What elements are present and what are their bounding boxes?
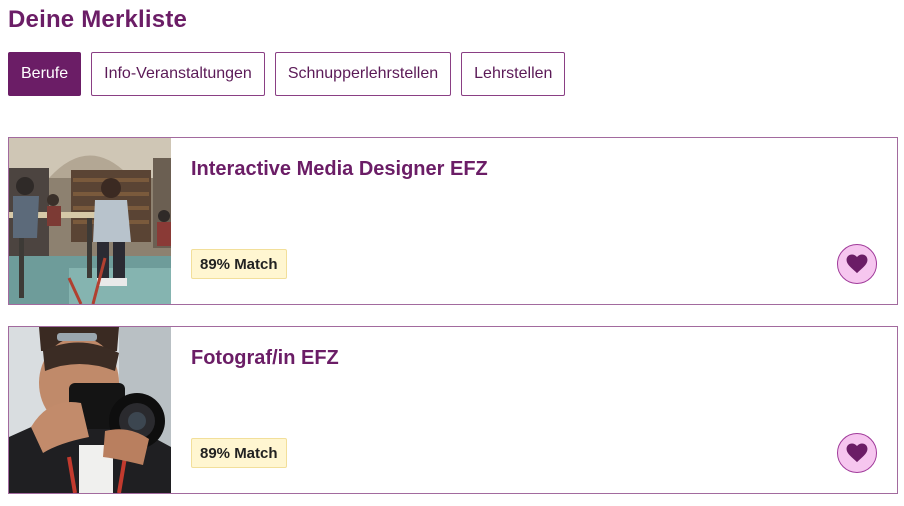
heart-icon	[846, 254, 868, 274]
page-title: Deine Merkliste	[8, 6, 188, 33]
tab-info-veranstaltungen[interactable]: Info-Veranstaltungen	[91, 52, 265, 96]
match-badge: 89% Match	[191, 249, 287, 279]
tab-berufe[interactable]: Berufe	[8, 52, 82, 96]
saved-job-card[interactable]: Fotograf/in EFZ 89% Match	[8, 326, 898, 494]
favorite-button[interactable]	[837, 433, 877, 473]
tab-schnupperlehrstellen[interactable]: Schnupperlehrstellen	[274, 52, 452, 96]
tab-lehrstellen[interactable]: Lehrstellen	[461, 52, 566, 96]
photographer-camera-photo	[9, 327, 171, 493]
card-title[interactable]: Fotograf/in EFZ	[191, 347, 339, 370]
saved-job-card[interactable]: Interactive Media Designer EFZ 89% Match	[8, 137, 898, 305]
heart-icon	[846, 443, 868, 463]
card-title[interactable]: Interactive Media Designer EFZ	[191, 158, 488, 181]
library-workspace-photo	[9, 138, 171, 304]
favorite-button[interactable]	[837, 244, 877, 284]
match-badge: 89% Match	[191, 438, 287, 468]
filter-tabs: Berufe Info-Veranstaltungen Schnupperleh…	[8, 52, 566, 96]
